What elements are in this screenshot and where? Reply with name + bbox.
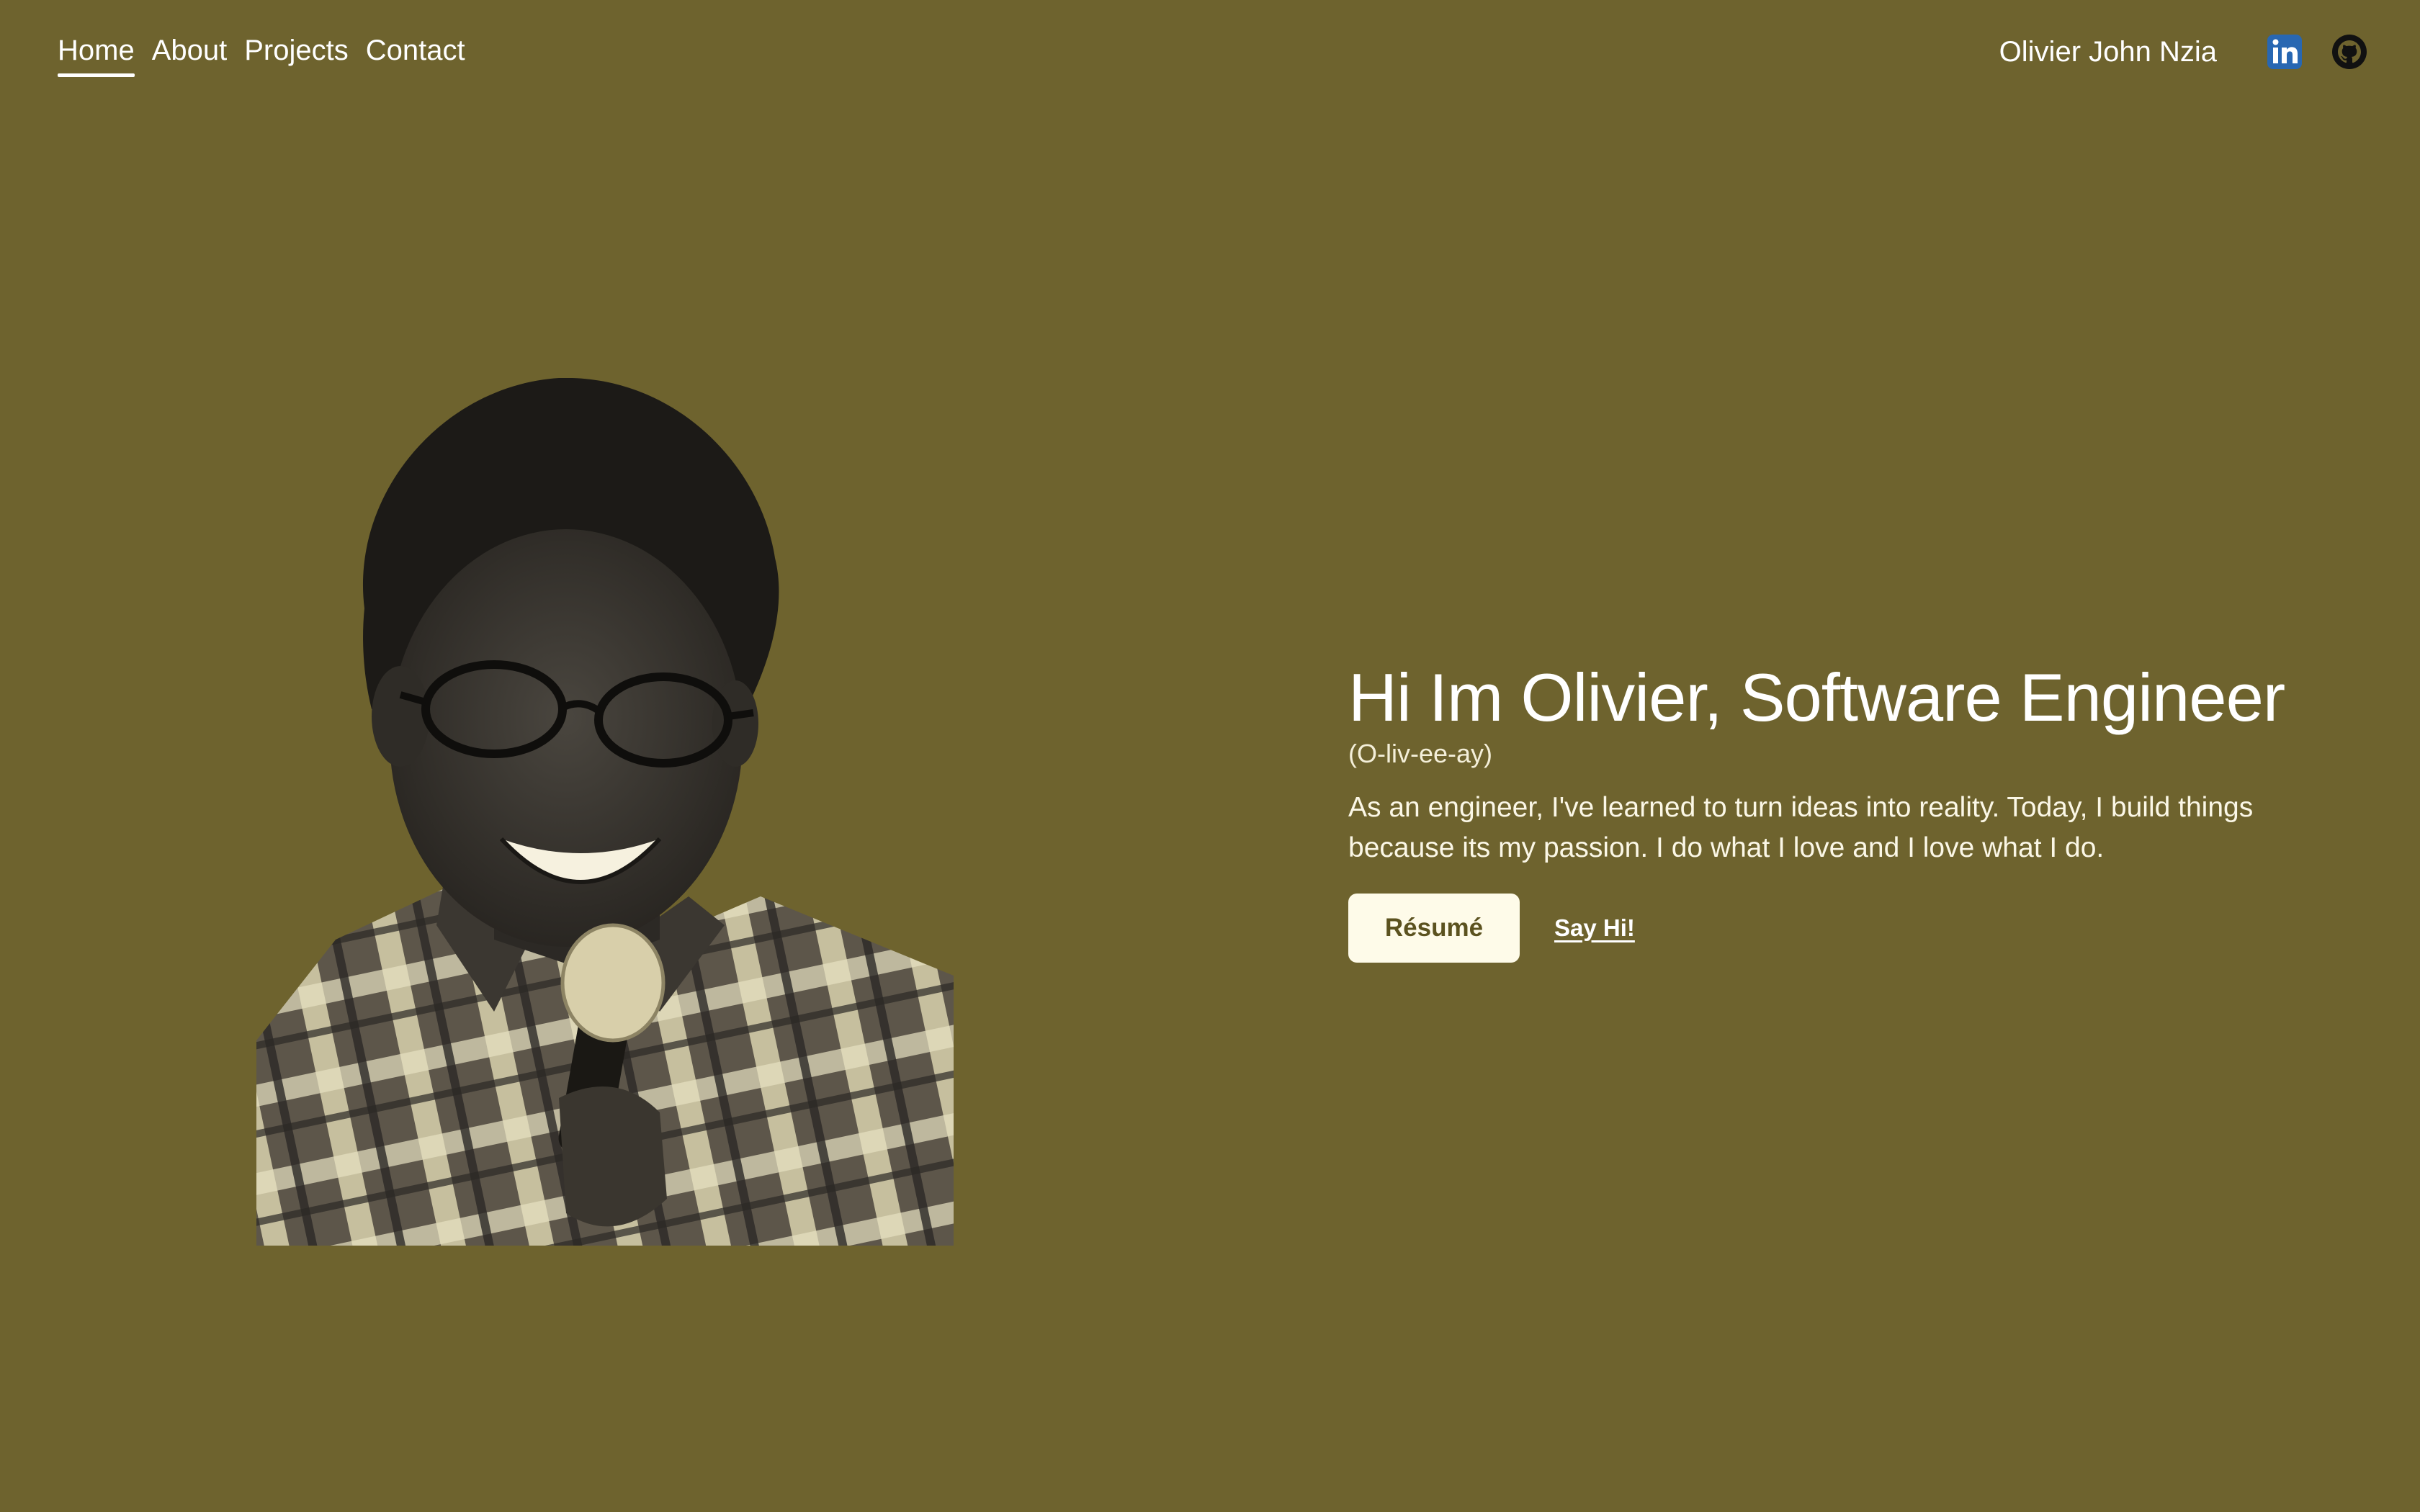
hero-actions: Résumé Say Hi! (1348, 893, 2357, 963)
main-nav: Home About Projects Contact (58, 35, 465, 77)
github-icon[interactable] (2331, 33, 2368, 71)
social-links (2266, 33, 2368, 71)
pronunciation: (O-liv-ee-ay) (1348, 738, 1493, 768)
page: Home About Projects Contact Olivier John… (0, 0, 2420, 1512)
nav-home[interactable]: Home (58, 35, 135, 77)
nav-about[interactable]: About (152, 35, 228, 77)
nav-projects[interactable]: Projects (244, 35, 349, 77)
resume-button[interactable]: Résumé (1348, 893, 1520, 963)
nav-contact[interactable]: Contact (366, 35, 465, 77)
hero-description: As an engineer, I've learned to turn ide… (1348, 791, 2254, 864)
say-hi-link[interactable]: Say Hi! (1554, 914, 1635, 942)
header-right: Olivier John Nzia (1999, 33, 2368, 71)
linkedin-icon[interactable] (2266, 33, 2303, 71)
brand-name[interactable]: Olivier John Nzia (1999, 36, 2217, 68)
hero-title: Hi Im Olivier, Software Engineer (1348, 660, 2285, 735)
hero-section: Hi Im Olivier, Software Engineer (O-liv-… (1348, 661, 2357, 963)
profile-photo (256, 378, 954, 1246)
